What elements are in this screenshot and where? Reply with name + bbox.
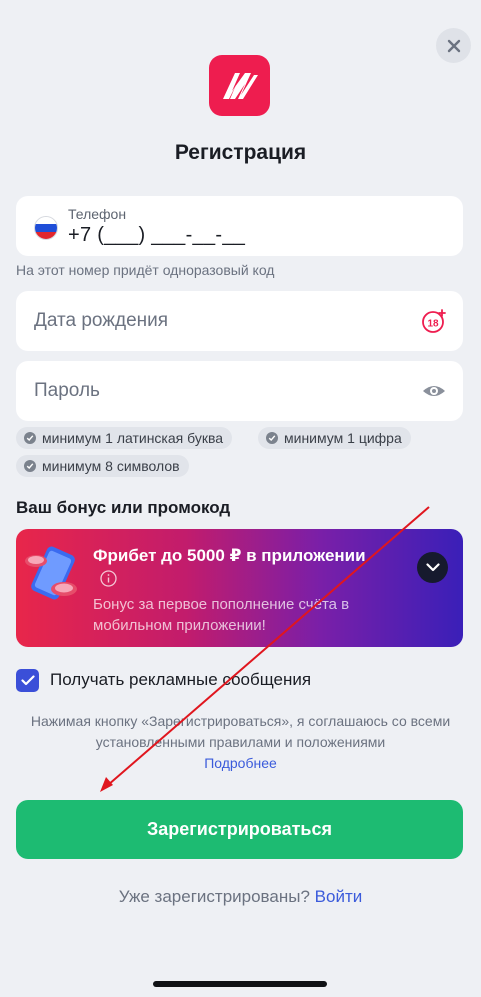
check-icon: [266, 432, 278, 444]
login-prompt: Уже зарегистрированы? Войти: [0, 887, 481, 907]
bonus-description: Бонус за первое пополнение счёта в мобил…: [93, 596, 350, 634]
terms-body: Нажимая кнопку «Зарегистрироваться», я с…: [30, 713, 451, 750]
close-icon: [447, 39, 460, 52]
bonus-card[interactable]: Фрибет до 5000 ₽ в приложении Бонус за п…: [16, 529, 463, 647]
svg-text:18: 18: [427, 319, 439, 330]
page-title: Регистрация: [174, 141, 307, 164]
birthdate-field[interactable]: Дата рождения 18: [16, 291, 463, 351]
check-icon: [24, 432, 36, 444]
ads-consent-checkbox[interactable]: [16, 669, 39, 692]
rule-chip: минимум 1 цифра: [258, 427, 411, 449]
password-input[interactable]: Пароль: [34, 380, 100, 402]
login-link[interactable]: Войти: [315, 887, 363, 906]
rule-chip-label: минимум 8 символов: [42, 458, 180, 474]
phone-hint: На этот номер придёт одноразовый код: [16, 262, 275, 278]
check-icon: [24, 460, 36, 472]
logo-mark-icon: [222, 72, 258, 99]
phone-label: Телефон: [68, 206, 127, 222]
age-18-icon: 18: [422, 309, 446, 333]
terms-more-link[interactable]: Подробнее: [20, 753, 461, 774]
bonus-expand-button[interactable]: [417, 552, 448, 583]
app-logo: [209, 55, 270, 116]
phone-field[interactable]: Телефон +7 (___) ___-__-__: [16, 196, 463, 256]
password-field[interactable]: Пароль: [16, 361, 463, 421]
checkmark-icon: [20, 675, 35, 686]
bonus-title: Фрибет до 5000 ₽ в приложении: [93, 546, 366, 565]
rule-chip: минимум 8 символов: [16, 455, 189, 477]
home-indicator: [153, 981, 327, 987]
phone-promo-art-icon: [25, 546, 77, 600]
rule-chip-label: минимум 1 латинская буква: [42, 430, 224, 446]
birthdate-input[interactable]: Дата рождения: [34, 310, 168, 332]
register-button[interactable]: Зарегистрироваться: [16, 800, 463, 859]
bonus-section-title: Ваш бонус или промокод: [16, 498, 231, 517]
rule-chip-label: минимум 1 цифра: [284, 430, 402, 446]
russia-flag-icon: [34, 216, 58, 240]
ads-consent-label[interactable]: Получать рекламные сообщения: [50, 670, 311, 690]
terms-text: Нажимая кнопку «Зарегистрироваться», я с…: [20, 711, 461, 774]
login-question: Уже зарегистрированы?: [118, 887, 310, 906]
phone-input[interactable]: +7 (___) ___-__-__: [68, 224, 245, 247]
eye-icon[interactable]: [421, 378, 447, 404]
chevron-down-icon: [425, 563, 440, 572]
close-button[interactable]: [436, 28, 471, 63]
info-icon[interactable]: [100, 570, 117, 587]
rule-chip: минимум 1 латинская буква: [16, 427, 233, 449]
